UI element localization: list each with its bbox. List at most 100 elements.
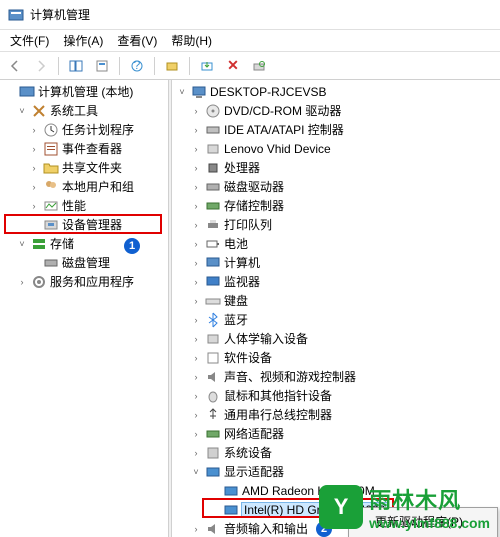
back-button[interactable] — [4, 55, 26, 77]
tree-usb[interactable]: › 通用串行总线控制器 — [172, 405, 500, 424]
tree-storage-ctrl[interactable]: ›存储控制器 — [172, 196, 500, 215]
expand-icon[interactable]: › — [190, 333, 202, 345]
collapse-icon[interactable]: ˅ — [16, 105, 28, 117]
expand-icon[interactable]: › — [190, 314, 202, 326]
expand-icon[interactable]: › — [190, 200, 202, 212]
expand-icon[interactable]: › — [190, 390, 202, 402]
tree-keyboards[interactable]: ›键盘 — [172, 291, 500, 310]
tree-dvd[interactable]: › DVD/CD-ROM 驱动器 — [172, 101, 500, 120]
content: 计算机管理 (本地) ˅ 系统工具 › 任务计划程序 › 事件查看器 › 共享文… — [0, 80, 500, 537]
expand-icon[interactable]: › — [190, 295, 202, 307]
tree-root-computer-mgmt[interactable]: 计算机管理 (本地) — [0, 82, 168, 101]
expand-icon[interactable]: › — [190, 409, 202, 421]
expand-icon[interactable]: › — [190, 124, 202, 136]
gpu-icon — [223, 502, 239, 518]
show-hide-tree-button[interactable] — [65, 55, 87, 77]
tree-sys-tools[interactable]: ˅ 系统工具 — [0, 101, 168, 120]
tree-event-viewer[interactable]: › 事件查看器 — [0, 139, 168, 158]
tree-shared-folders[interactable]: › 共享文件夹 — [0, 158, 168, 177]
tree-task-scheduler[interactable]: › 任务计划程序 — [0, 120, 168, 139]
forward-button[interactable] — [30, 55, 52, 77]
tree-device-manager[interactable]: 设备管理器 — [0, 215, 168, 234]
app-icon — [8, 7, 24, 23]
properties-button[interactable] — [91, 55, 113, 77]
tree-label: 声音、视频和游戏控制器 — [224, 368, 356, 385]
menu-file[interactable]: 文件(F) — [4, 30, 55, 51]
usb-icon — [205, 407, 221, 423]
expand-icon[interactable]: › — [190, 352, 202, 364]
users-icon — [43, 179, 59, 195]
expand-icon[interactable]: › — [190, 143, 202, 155]
expand-icon[interactable]: › — [190, 447, 202, 459]
tree-ide[interactable]: ›IDE ATA/ATAPI 控制器 — [172, 120, 500, 139]
expand-icon[interactable]: › — [190, 105, 202, 117]
tree-label: 系统工具 — [50, 102, 98, 119]
menu-view[interactable]: 查看(V) — [111, 30, 163, 51]
twisty-icon[interactable] — [208, 485, 220, 497]
tree-batteries[interactable]: › 电池 — [172, 234, 500, 253]
performance-icon — [43, 198, 59, 214]
tree-processors[interactable]: ›处理器 — [172, 158, 500, 177]
tree-storage[interactable]: ˅ 存储 — [0, 234, 168, 253]
tree-monitors[interactable]: ›监视器 — [172, 272, 500, 291]
gpu-icon — [205, 464, 221, 480]
menu-help[interactable]: 帮助(H) — [165, 30, 218, 51]
tree-performance[interactable]: › 性能 — [0, 196, 168, 215]
tree-network[interactable]: ›网络适配器 — [172, 424, 500, 443]
expand-icon[interactable]: › — [28, 162, 40, 174]
tree-print-queues[interactable]: ›打印队列 — [172, 215, 500, 234]
tree-services-apps[interactable]: › 服务和应用程序 — [0, 272, 168, 291]
tree-system-dev[interactable]: ›系统设备 — [172, 443, 500, 462]
tree-hid[interactable]: ›人体学输入设备 — [172, 329, 500, 348]
tree-display-adapters[interactable]: ˅显示适配器 — [172, 462, 500, 481]
mouse-icon — [205, 388, 221, 404]
scan-device-button[interactable] — [161, 55, 183, 77]
tree-local-users[interactable]: › 本地用户和组 — [0, 177, 168, 196]
tree-sound[interactable]: › 声音、视频和游戏控制器 — [172, 367, 500, 386]
collapse-icon[interactable]: ˅ — [176, 86, 188, 98]
tree-label: 音频输入和输出 — [224, 520, 308, 537]
collapse-icon[interactable]: ˅ — [16, 238, 28, 250]
expand-icon[interactable]: › — [190, 523, 202, 535]
expand-icon[interactable]: › — [190, 238, 202, 250]
tree-label: 电池 — [224, 235, 248, 252]
expand-icon[interactable]: › — [16, 276, 28, 288]
twisty-icon[interactable] — [208, 504, 220, 516]
menu-action[interactable]: 操作(A) — [57, 30, 109, 51]
twisty-icon[interactable] — [4, 86, 16, 98]
expand-icon[interactable]: › — [28, 124, 40, 136]
scan-hardware-button[interactable] — [248, 55, 270, 77]
tree-label: 共享文件夹 — [62, 159, 122, 176]
tree-lenovo[interactable]: ›Lenovo Vhid Device — [172, 139, 500, 158]
tree-label: DVD/CD-ROM 驱动器 — [224, 102, 341, 119]
tree-root-desktop[interactable]: ˅ DESKTOP-RJCEVSB — [172, 82, 500, 101]
tree-mice[interactable]: ›鼠标和其他指针设备 — [172, 386, 500, 405]
expand-icon[interactable]: › — [190, 181, 202, 193]
tree-disk-drives[interactable]: ›磁盘驱动器 — [172, 177, 500, 196]
tree-label: 计算机管理 (本地) — [38, 83, 133, 100]
expand-icon[interactable]: › — [28, 200, 40, 212]
tree-software-dev[interactable]: ›软件设备 — [172, 348, 500, 367]
bluetooth-icon — [205, 312, 221, 328]
expand-icon[interactable]: › — [190, 276, 202, 288]
expand-icon[interactable]: › — [190, 257, 202, 269]
expand-icon[interactable]: › — [190, 428, 202, 440]
expand-icon[interactable]: › — [28, 143, 40, 155]
collapse-icon[interactable]: ˅ — [190, 466, 202, 478]
tree-disk-mgmt[interactable]: 磁盘管理 — [0, 253, 168, 272]
ide-icon — [205, 122, 221, 138]
tree-computer[interactable]: ›计算机 — [172, 253, 500, 272]
twisty-icon[interactable] — [28, 219, 40, 231]
expand-icon[interactable]: › — [28, 181, 40, 193]
update-driver-button[interactable] — [196, 55, 218, 77]
expand-icon[interactable]: › — [190, 162, 202, 174]
expand-icon[interactable]: › — [190, 219, 202, 231]
tree-label: 通用串行总线控制器 — [224, 406, 332, 423]
tree-bluetooth[interactable]: ›蓝牙 — [172, 310, 500, 329]
tree-label: 磁盘管理 — [62, 254, 110, 271]
twisty-icon[interactable] — [28, 257, 40, 269]
uninstall-device-button[interactable]: ✕ — [222, 55, 244, 77]
ctx-disable-device[interactable]: 禁用设备(D) — [351, 533, 495, 537]
help-button[interactable]: ? — [126, 55, 148, 77]
expand-icon[interactable]: › — [190, 371, 202, 383]
